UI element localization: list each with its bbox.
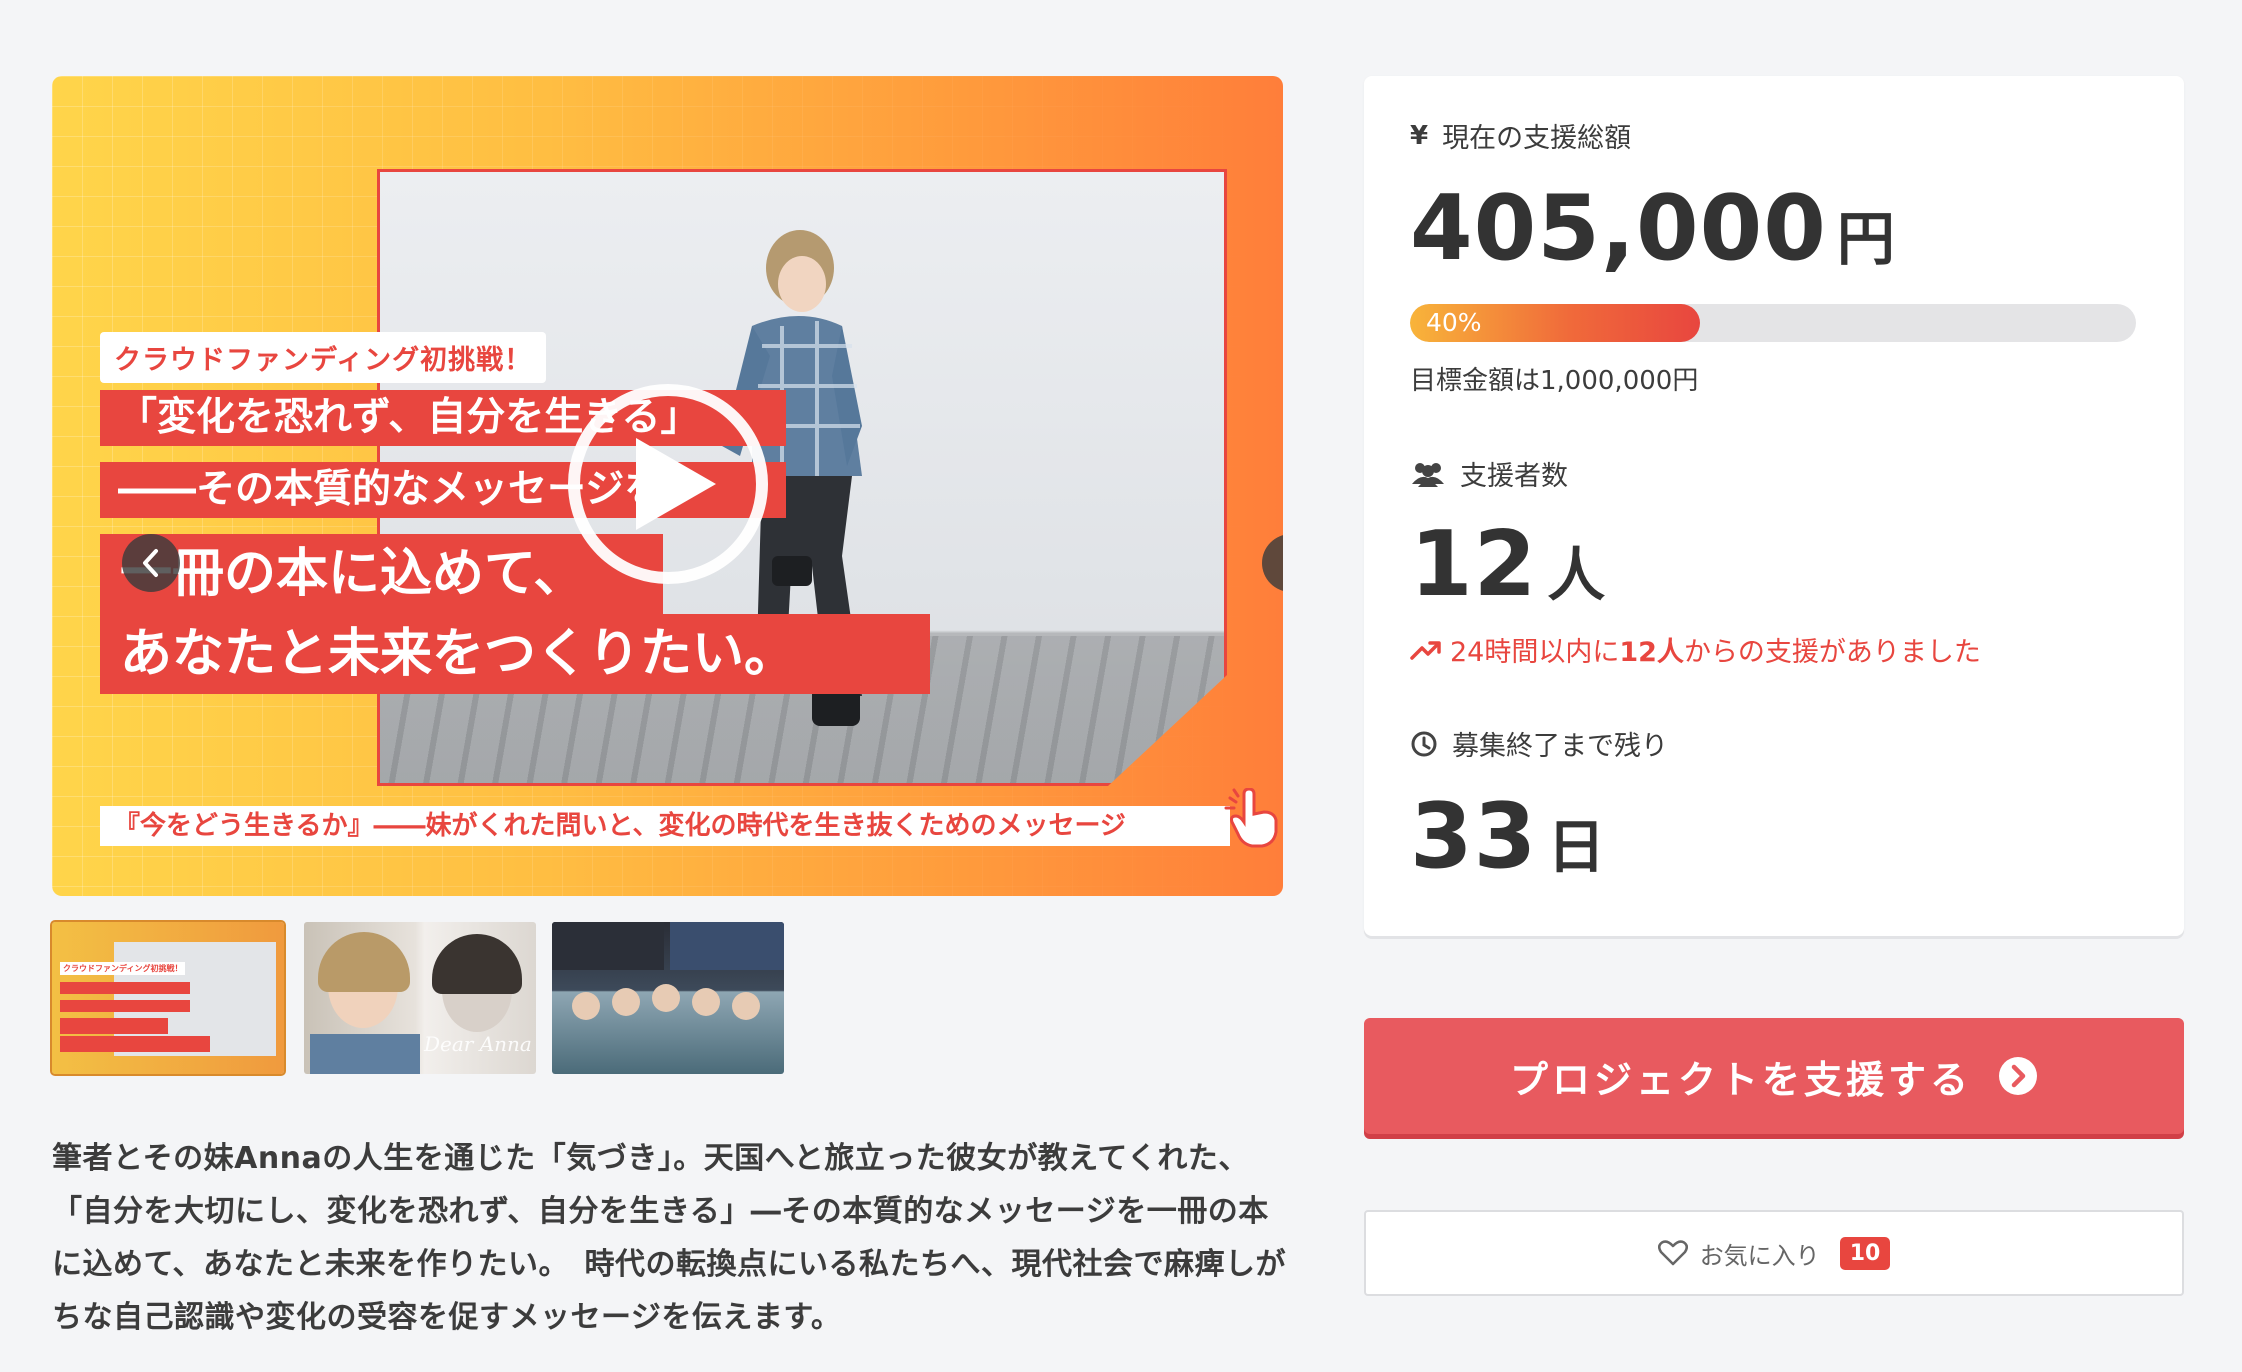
play-icon xyxy=(636,438,716,530)
thumbnail-3-top-right xyxy=(670,922,784,970)
favorite-button[interactable]: お気に入り 10 xyxy=(1364,1210,2184,1296)
remaining-unit: 日 xyxy=(1547,813,1606,881)
recent-suffix: からの支援がありました xyxy=(1683,637,1981,668)
thumbnail-3-top-left xyxy=(552,922,664,970)
thumbnail-3-group-5 xyxy=(732,992,760,1020)
thumbnail-1-band xyxy=(60,1000,190,1012)
funding-progress-text: 40% xyxy=(1426,308,1482,337)
thumbnail-3-group-1 xyxy=(572,992,600,1020)
project-hero-image[interactable]: クラウドファンディング初挑戦！ 「変化を恐れず、自分を生きる」 ――その本質的な… xyxy=(52,76,1283,896)
hero-headline-4: あなたと未来をつくりたい。 xyxy=(100,614,930,694)
thumbnail-3-group-3 xyxy=(652,984,680,1012)
thumbnail-3-group-4 xyxy=(692,988,720,1016)
chevron-left-icon xyxy=(143,549,158,577)
heart-icon xyxy=(1657,1240,1688,1266)
hero-tagline: クラウドファンディング初挑戦！ xyxy=(100,332,547,383)
support-project-button[interactable]: プロジェクトを支援する xyxy=(1364,1018,2184,1134)
remaining-value: 33 xyxy=(1410,784,1538,889)
thumbnail-2[interactable]: Dear Anna xyxy=(304,922,536,1074)
thumbnail-1-label: クラウドファンディング初挑戦！ xyxy=(60,962,186,975)
remaining-label-row: 募集終了まで残り xyxy=(1410,724,1668,763)
thumbnail-2-shirt xyxy=(310,1034,420,1074)
support-project-label: プロジェクトを支援する xyxy=(1509,1057,1972,1102)
supporters-total: 12 人 xyxy=(1410,520,1605,610)
previous-slide-button[interactable] xyxy=(122,534,180,592)
arrow-circle-right-icon xyxy=(1999,1057,2037,1095)
remaining-label: 募集終了まで残り xyxy=(1452,731,1668,762)
amount-unit: 円 xyxy=(1836,205,1895,273)
amount-total: 405,000 円 xyxy=(1410,184,1895,274)
thumbnail-3-group-2 xyxy=(612,988,640,1016)
favorite-count-badge: 10 xyxy=(1839,1236,1891,1270)
play-video-button[interactable] xyxy=(568,384,768,584)
amount-value: 405,000 xyxy=(1410,176,1827,281)
funding-progress-bar: 40% xyxy=(1410,304,2136,342)
funding-progress-fill: 40% xyxy=(1410,304,1701,342)
thumbnail-2-hair-2 xyxy=(432,934,522,994)
goal-amount: 目標金額は1,000,000円 xyxy=(1410,366,1699,396)
people-icon xyxy=(1412,462,1444,487)
supporters-unit: 人 xyxy=(1547,541,1606,609)
thumbnail-2-signature: Dear Anna xyxy=(424,1032,532,1056)
remaining-total: 33 日 xyxy=(1410,792,1605,882)
thumbnail-1-band xyxy=(60,1018,168,1034)
thumbnail-1-band xyxy=(60,1036,210,1052)
favorite-label: お気に入り xyxy=(1699,1241,1820,1270)
funding-stats-card: ¥ 現在の支援総額 405,000 円 40% 目標金額は1,000,000円 … xyxy=(1364,76,2184,936)
thumbnail-1[interactable]: クラウドファンディング初挑戦！ xyxy=(50,920,286,1076)
recent-prefix: 24時間以内に xyxy=(1450,637,1620,668)
clock-icon xyxy=(1411,731,1437,756)
supporters-label-row: 支援者数 xyxy=(1410,454,1568,493)
hero-subtitle: 『今をどう生きるか』――妹がくれた問いと、変化の時代を生き抜くためのメッセージ xyxy=(100,806,1230,846)
amount-label-row: ¥ 現在の支援総額 xyxy=(1410,116,1631,155)
thumbnail-1-band xyxy=(60,982,190,994)
supporters-label: 支援者数 xyxy=(1460,461,1568,492)
recent-support-notice: 24時間以内に12人からの支援がありました xyxy=(1410,630,1981,669)
thumbnail-3[interactable] xyxy=(552,922,784,1074)
yen-icon: ¥ xyxy=(1410,120,1429,151)
thumbnail-2-hair-1 xyxy=(318,932,410,992)
chevron-right-icon xyxy=(1280,548,1283,578)
project-description: 筆者とその妹Annaの人生を通じた「気づき」。天国へと旅立った彼女が教えてくれた… xyxy=(52,1141,1286,1335)
recent-count: 12人 xyxy=(1619,637,1684,668)
trending-up-icon xyxy=(1410,640,1441,660)
supporters-value: 12 xyxy=(1410,512,1538,617)
amount-label: 現在の支援総額 xyxy=(1442,123,1632,154)
hero-headline-3: 一冊の本に込めて、 xyxy=(100,534,663,614)
tap-hand-icon xyxy=(1224,788,1278,848)
